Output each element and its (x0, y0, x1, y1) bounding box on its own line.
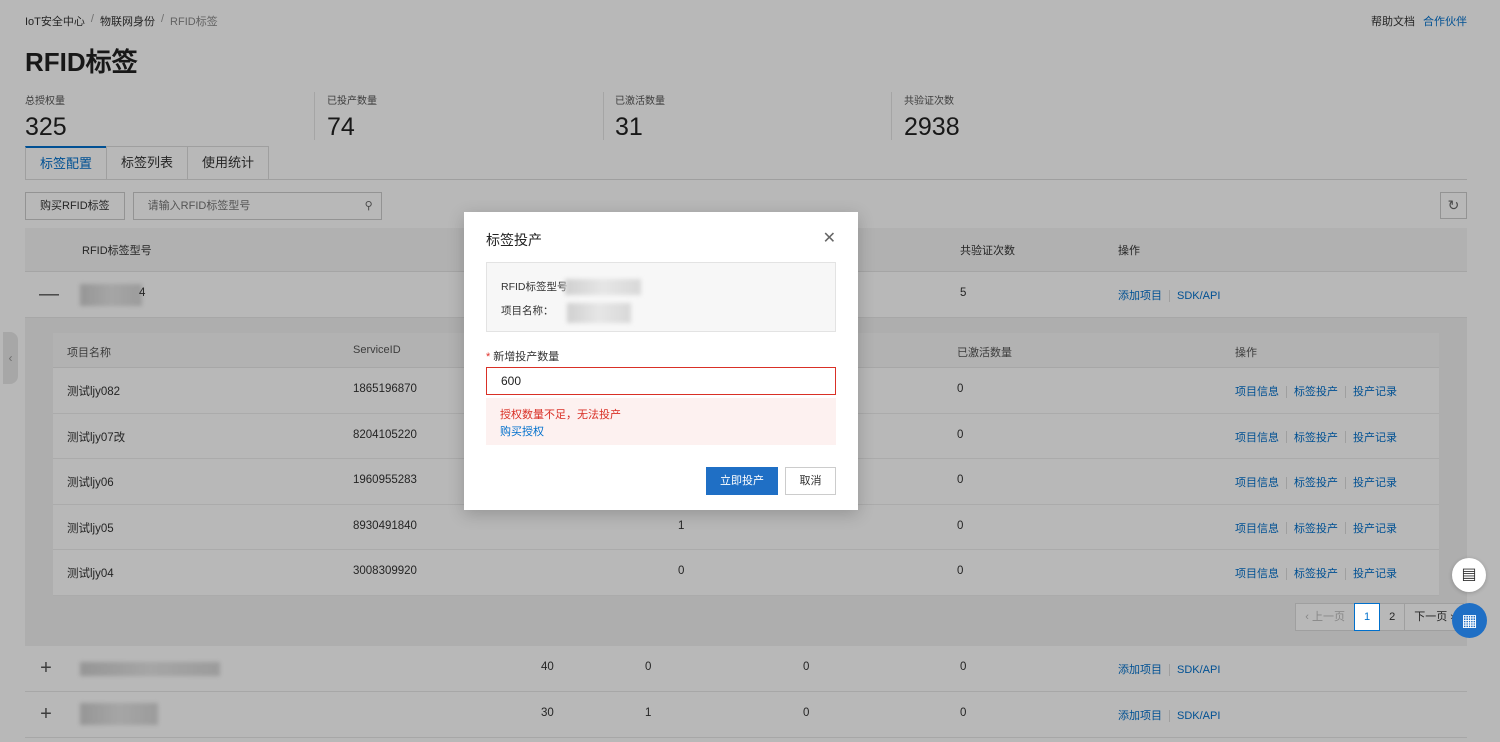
dialog-title: 标签投产 (486, 232, 542, 248)
required-mark: * (486, 351, 491, 363)
info-box: RFID标签型号： 项目名称： (486, 262, 836, 332)
page-1-button[interactable]: 1 (1354, 603, 1381, 631)
info-project-label: 项目名称： (501, 305, 554, 317)
quantity-label-text: 新增投产数量 (493, 351, 560, 363)
redacted-project-value (567, 303, 631, 323)
quantity-input[interactable] (486, 367, 836, 395)
cancel-button[interactable]: 取消 (785, 467, 836, 495)
apps-grid-icon[interactable]: ▦ (1452, 603, 1487, 638)
error-message: 授权数量不足，无法投产 (500, 409, 621, 421)
chat-icon[interactable]: ▤ (1452, 558, 1486, 592)
buy-license-link[interactable]: 购买授权 (500, 423, 544, 439)
error-box: 授权数量不足，无法投产 购买授权 (486, 398, 836, 445)
produce-now-button[interactable]: 立即投产 (706, 467, 778, 495)
quantity-label: * 新增投产数量 (486, 348, 559, 364)
close-icon[interactable]: ✕ (823, 228, 836, 248)
redacted-model-value (565, 279, 641, 295)
tag-production-dialog: 标签投产 ✕ RFID标签型号： 项目名称： *新增投产数量 授权数量不足，无法… (464, 212, 858, 510)
